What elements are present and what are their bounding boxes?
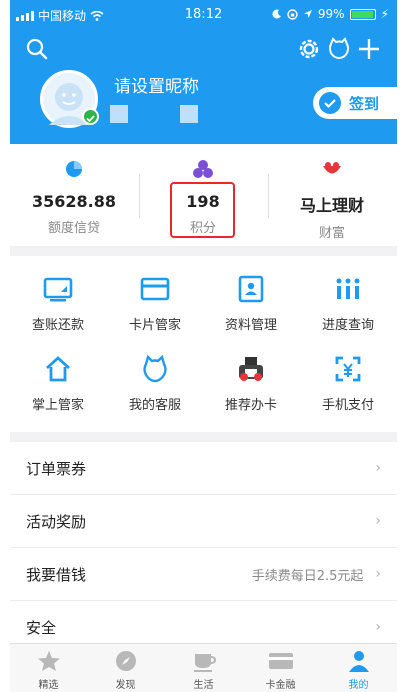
- list-item-label: 我要借钱: [26, 565, 87, 584]
- card-finance-icon: [268, 653, 293, 669]
- list-item-borrow[interactable]: 我要借钱 手续费每日2.5元起 ›: [10, 548, 397, 601]
- grid-item-home[interactable]: 掌上管家: [10, 352, 106, 413]
- list-item-label: 安全: [26, 618, 57, 637]
- tab-label: 精选: [38, 680, 59, 691]
- header: 中国移动 18:12 99% ⚡ 请设置昵称 签到: [10, 0, 397, 144]
- grid-label: 掌上管家: [31, 398, 84, 413]
- add-icon[interactable]: [356, 36, 382, 62]
- verified-check-icon: [82, 108, 99, 125]
- profile-doc-icon: [238, 275, 264, 303]
- bill-icon: [43, 277, 73, 302]
- location-icon: [303, 10, 312, 18]
- signin-check-icon: [319, 92, 341, 114]
- highlight-box: [170, 182, 235, 238]
- search-icon[interactable]: [24, 36, 50, 62]
- grid-item-card[interactable]: 卡片管家: [107, 272, 203, 333]
- status-bar: 中国移动 18:12 99% ⚡: [10, 0, 397, 28]
- star-icon: [37, 651, 60, 671]
- chevron-right-icon: ›: [375, 566, 381, 582]
- wealth-icon: [323, 162, 341, 174]
- home-icon: [46, 356, 70, 382]
- grid-item-profile-doc[interactable]: 资料管理: [203, 272, 299, 333]
- tab-featured[interactable]: 精选: [10, 648, 87, 691]
- function-grid: 查账还款 卡片管家 资料管理 进度查询 掌上管家 我的客服 推荐办卡 手机支付: [10, 256, 397, 432]
- credit-value: 35628.88: [31, 192, 116, 211]
- credit-pie-icon: [66, 161, 82, 177]
- grid-label: 进度查询: [321, 318, 374, 333]
- tab-life[interactable]: 生活: [165, 648, 242, 691]
- grid-label: 我的客服: [128, 398, 181, 413]
- chevron-right-icon: ›: [375, 460, 381, 476]
- card-icon: [140, 277, 170, 301]
- tab-discover[interactable]: 发现: [87, 648, 164, 691]
- app-frame: 中国移动 18:12 99% ⚡ 请设置昵称 签到 35628.88 额度信贷 …: [10, 0, 397, 692]
- list-item-orders[interactable]: 订单票券 ›: [10, 442, 397, 495]
- compass-icon: [115, 651, 136, 671]
- points-icon: [193, 160, 213, 178]
- user-icon: [348, 651, 369, 672]
- signin-label: 签到: [349, 94, 380, 113]
- moon-icon: [272, 9, 281, 19]
- grid-label: 查账还款: [31, 318, 84, 333]
- tab-label: 卡金融: [265, 680, 296, 691]
- list-item-hint: 手续费每日2.5元起: [251, 568, 364, 584]
- grid-item-progress[interactable]: 进度查询: [300, 272, 396, 333]
- chevron-right-icon: ›: [375, 619, 381, 635]
- stat-wealth[interactable]: 马上理财 财富: [268, 158, 396, 241]
- stat-credit[interactable]: 35628.88 额度信贷: [10, 158, 138, 236]
- avatar[interactable]: [40, 70, 99, 128]
- grid-item-recommend[interactable]: 推荐办卡: [203, 352, 299, 413]
- list-item-label: 活动奖励: [26, 512, 87, 531]
- gear-icon[interactable]: [296, 36, 322, 62]
- grid-item-bill[interactable]: 查账还款: [10, 272, 106, 333]
- tab-card-finance[interactable]: 卡金融: [242, 648, 319, 691]
- tab-label: 我的: [348, 680, 369, 691]
- credit-label: 额度信贷: [47, 221, 100, 236]
- grid-label: 资料管理: [224, 318, 277, 333]
- grid-label: 卡片管家: [128, 318, 181, 333]
- grid-item-service[interactable]: 我的客服: [107, 352, 203, 413]
- progress-icon: [336, 278, 360, 299]
- charging-icon: ⚡: [380, 7, 389, 21]
- tab-bar: 精选 发现 生活 卡金融 我的: [10, 643, 397, 692]
- grid-item-scan-pay[interactable]: 手机支付: [300, 352, 396, 413]
- grid-label: 推荐办卡: [224, 398, 277, 413]
- battery-percent: 99%: [317, 7, 345, 21]
- menu-list: 订单票券 › 活动奖励 › 我要借钱 手续费每日2.5元起 › 安全 ›: [10, 442, 397, 654]
- signin-button[interactable]: 签到: [313, 87, 397, 119]
- tab-mine[interactable]: 我的: [320, 648, 397, 691]
- grid-label: 手机支付: [321, 398, 374, 413]
- rotation-lock-icon: [287, 8, 298, 20]
- wealth-label: 财富: [318, 226, 345, 241]
- stats-panel: 35628.88 额度信贷 198 积分 马上理财 财富: [10, 144, 397, 246]
- list-item-label: 订单票券: [26, 459, 87, 478]
- member-tags: [110, 105, 198, 123]
- customer-service-icon: [143, 354, 167, 383]
- chevron-right-icon: ›: [375, 513, 381, 529]
- wealth-value: 马上理财: [299, 196, 364, 215]
- list-item-rewards[interactable]: 活动奖励 ›: [10, 495, 397, 548]
- scan-pay-icon: [335, 356, 361, 382]
- nickname[interactable]: 请设置昵称: [114, 72, 199, 97]
- recommend-card-icon: [239, 357, 263, 381]
- tab-label: 生活: [193, 680, 214, 691]
- mascot-icon[interactable]: [326, 36, 352, 62]
- tab-label: 发现: [115, 680, 136, 691]
- cup-icon: [193, 654, 216, 672]
- battery-icon: [349, 8, 376, 20]
